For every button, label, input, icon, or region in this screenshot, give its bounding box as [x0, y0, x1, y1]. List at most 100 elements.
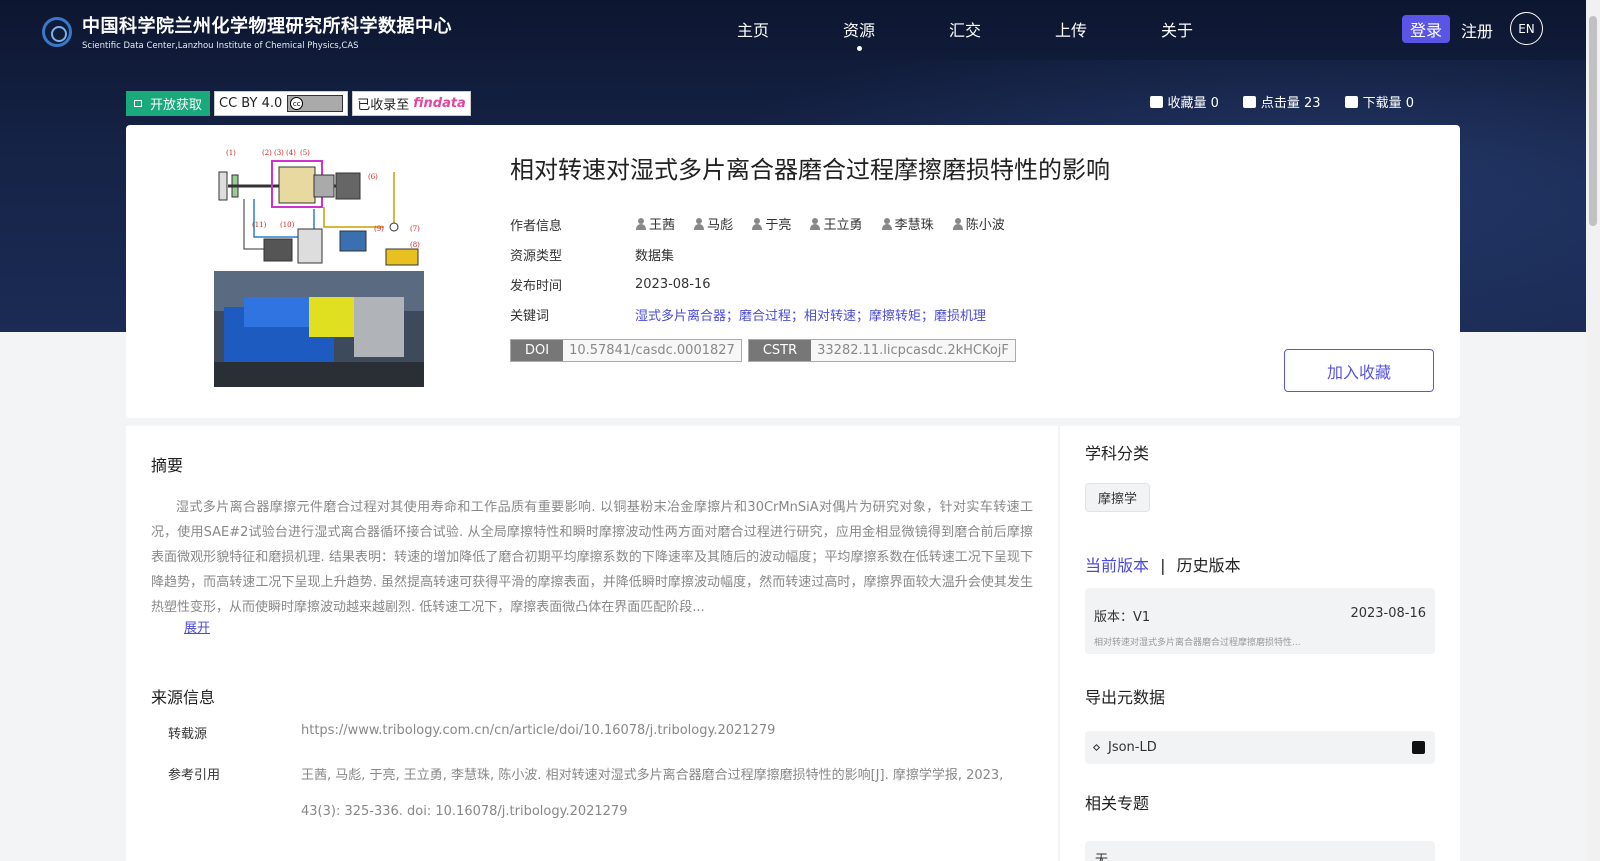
views-stat: 点击量 23: [1242, 92, 1321, 111]
version-date: 2023-08-16: [1350, 606, 1426, 621]
version-tab-separator: |: [1160, 556, 1166, 575]
cover-label-6: (6): [368, 173, 378, 181]
unlock-icon: [134, 100, 142, 107]
identifier-row: DOI 10.57841/casdc.0001827 CSTR 33282.11…: [510, 339, 1016, 362]
subject-tag[interactable]: 摩擦学: [1085, 483, 1151, 512]
open-access-label: 开放获取: [150, 98, 203, 113]
license-badge[interactable]: CC BY 4.0 cc: [214, 91, 349, 116]
diamond-icon: [1092, 743, 1101, 752]
keywords-label: 关键词: [510, 308, 550, 324]
dataset-meta: 作者信息 王茜 马彪 于亮 王立勇 李慧珠 陈小波 资源类型 数据集 发布时间 …: [510, 209, 1019, 329]
cover-label-3: (3): [274, 149, 284, 157]
main-content-panel: 摘要 湿式多片离合器摩擦元件磨合过程对其使用寿命和工作品质有重要影响. 以铜基粉…: [126, 426, 1058, 861]
nav-upload[interactable]: 上传: [1018, 17, 1124, 41]
authors-label: 作者信息: [510, 218, 563, 234]
repost-url[interactable]: https://www.tribology.com.cn/cn/article/…: [301, 723, 775, 738]
doi-badge[interactable]: DOI 10.57841/casdc.0001827: [510, 339, 742, 362]
user-icon: [751, 217, 763, 230]
register-link[interactable]: 注册: [1461, 18, 1493, 42]
doi-tag: DOI: [511, 340, 564, 361]
badge-row: 开放获取 CC BY 4.0 cc 已收录至 findata: [126, 91, 471, 116]
license-label: CC BY 4.0: [219, 96, 283, 111]
topic-title: 相关专题: [1085, 794, 1150, 813]
keywords-links[interactable]: 湿式多片离合器；磨合过程；相对转速；摩擦转矩；磨损机理: [635, 305, 986, 324]
authors-list: 王茜 马彪 于亮 王立勇 李慧珠 陈小波: [635, 214, 1019, 234]
login-button[interactable]: 登录: [1402, 15, 1451, 43]
cover-label-7: (7): [410, 225, 420, 233]
date-label: 发布时间: [510, 278, 563, 294]
favorites-stat: 收藏量 0: [1149, 92, 1219, 111]
cstr-value: 33282.11.licpcasdc.2kHCKojF: [811, 340, 1015, 361]
dataset-cover-image: (1) (2) (3) (4) (5) (6) (7) (8) (9) (10)…: [214, 147, 424, 387]
abstract-text: 湿式多片离合器摩擦元件磨合过程对其使用寿命和工作品质有重要影响. 以铜基粉末冶金…: [151, 500, 1034, 615]
cover-label-11: (11): [252, 221, 267, 229]
indexed-badge[interactable]: 已收录至 findata: [352, 91, 471, 116]
author-link[interactable]: 李慧珠: [881, 214, 934, 233]
cover-label-10: (10): [280, 221, 295, 229]
user-icon: [809, 217, 821, 230]
cover-label-2: (2): [262, 149, 272, 157]
user-icon: [881, 217, 892, 230]
downloads-stat: 下载量 0: [1344, 92, 1414, 111]
subject-title: 学科分类: [1085, 444, 1150, 463]
export-jsonld-item[interactable]: Json-LD: [1085, 731, 1435, 764]
version-title: 相对转速对湿式多片离合器磨合过程摩擦磨损特性...: [1094, 638, 1301, 648]
type-label: 资源类型: [510, 248, 563, 264]
scrollbar-thumb[interactable]: [1589, 16, 1597, 226]
user-icon: [635, 217, 646, 230]
sidebar-panel: 学科分类 摩擦学 当前版本 | 历史版本 版本：V1 2023-08-16 相对…: [1060, 426, 1460, 861]
tab-current-version[interactable]: 当前版本: [1085, 556, 1149, 575]
cover-label-4: (4): [286, 149, 296, 157]
version-card[interactable]: 版本：V1 2023-08-16 相对转速对湿式多片离合器磨合过程摩擦磨损特性.…: [1085, 588, 1435, 654]
tab-history-version[interactable]: 历史版本: [1177, 556, 1241, 575]
nav-resources[interactable]: 资源: [806, 17, 912, 51]
date-row: 发布时间 2023-08-16: [510, 269, 1019, 299]
version-label: 版本：V1: [1094, 610, 1151, 625]
author-link[interactable]: 于亮: [751, 214, 791, 233]
logo-title-cn: 中国科学院兰州化学物理研究所科学数据中心: [82, 16, 452, 37]
cstr-badge[interactable]: CSTR 33282.11.licpcasdc.2kHCKojF: [747, 339, 1016, 362]
indexed-label: 已收录至: [357, 98, 410, 113]
date-value: 2023-08-16: [635, 276, 711, 292]
add-favorite-button[interactable]: 加入收藏: [1284, 349, 1434, 392]
expand-link[interactable]: 展开: [184, 617, 210, 636]
citation-line-2: 43(3): 325-336. doi: 10.16078/j.tribolog…: [301, 804, 628, 819]
topic-value: 无: [1085, 841, 1435, 861]
logo-title-en: Scientific Data Center,Lanzhou Institute…: [82, 41, 359, 51]
export-format-label: Json-LD: [1108, 740, 1157, 755]
version-tabs: 当前版本 | 历史版本: [1085, 552, 1241, 576]
type-value: 数据集: [635, 248, 675, 264]
cover-label-8: (8): [410, 241, 420, 249]
abstract-title: 摘要: [151, 456, 184, 475]
language-toggle[interactable]: EN: [1510, 12, 1543, 45]
repost-label: 转载源: [168, 727, 208, 742]
citation-label: 参考引用: [168, 768, 221, 783]
download-icon: [1344, 95, 1358, 108]
keywords-row: 关键词 湿式多片离合器；磨合过程；相对转速；摩擦转矩；磨损机理: [510, 299, 1019, 329]
author-link[interactable]: 王茜: [635, 214, 675, 233]
logo-icon: [42, 16, 72, 47]
cstr-tag: CSTR: [748, 340, 812, 361]
citation-line-1: 王茜, 马彪, 于亮, 王立勇, 李慧珠, 陈小波. 相对转速对湿式多片离合器磨…: [301, 768, 1004, 783]
authors-row: 作者信息 王茜 马彪 于亮 王立勇 李慧珠 陈小波: [510, 209, 1019, 239]
dataset-title: 相对转速对湿式多片离合器磨合过程摩擦磨损特性的影响: [510, 156, 1110, 184]
download-icon[interactable]: [1412, 741, 1425, 754]
eye-icon: [1242, 95, 1256, 108]
nav-home[interactable]: 主页: [700, 17, 806, 41]
cover-label-9: (9): [374, 225, 384, 233]
cover-label-1: (1): [226, 149, 236, 157]
author-link[interactable]: 陈小波: [952, 214, 1005, 233]
open-access-badge: 开放获取: [126, 91, 211, 116]
nav-submit[interactable]: 汇交: [912, 17, 1018, 41]
cc-license-icon: cc: [287, 95, 344, 112]
findata-logo: findata: [413, 96, 466, 111]
site-logo[interactable]: 中国科学院兰州化学物理研究所科学数据中心 Scientific Data Cen…: [42, 12, 452, 51]
export-title: 导出元数据: [1085, 688, 1166, 707]
page-scrollbar[interactable]: [1586, 0, 1600, 861]
author-link[interactable]: 王立勇: [809, 214, 862, 233]
nav-about[interactable]: 关于: [1124, 17, 1230, 41]
user-icon: [693, 217, 705, 230]
main-nav: 主页 资源 汇交 上传 关于: [700, 17, 1230, 51]
author-link[interactable]: 马彪: [693, 214, 733, 233]
cover-label-5: (5): [300, 149, 310, 157]
